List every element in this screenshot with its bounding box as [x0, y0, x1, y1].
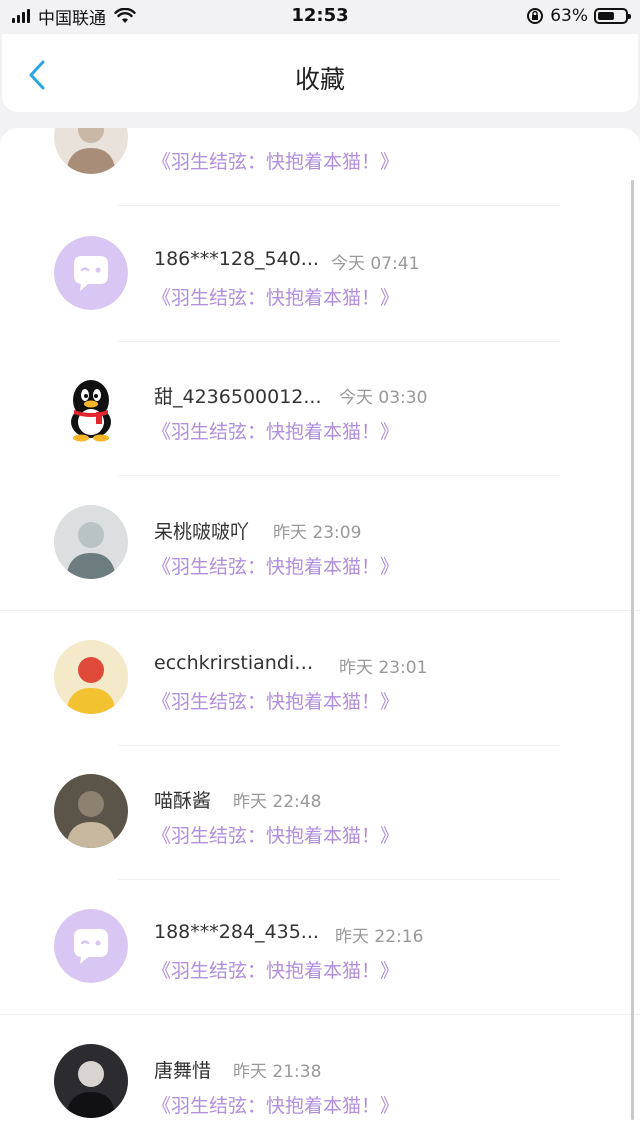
row-divider: [118, 205, 560, 206]
battery-icon: [594, 8, 631, 24]
list-item[interactable]: 《羽生结弦：快抱着本猫！》: [0, 128, 640, 206]
user-photo-avatar: [54, 505, 128, 579]
avatar[interactable]: [54, 640, 128, 714]
avatar[interactable]: [54, 909, 128, 983]
page-title: 收藏: [294, 65, 345, 94]
row-divider: [0, 610, 640, 611]
favorites-list[interactable]: 《羽生结弦：快抱着本猫！》 186***128_540... 今天 07:41 《羽生…: [0, 128, 640, 1138]
row-divider: [118, 475, 560, 476]
timestamp: 昨天 22:48: [233, 792, 322, 812]
scrollbar[interactable]: [631, 180, 634, 1120]
list-item[interactable]: 喵酥酱 昨天 22:48 《羽生结弦：快抱着本猫！》: [0, 746, 640, 880]
battery-percent: 63%: [550, 6, 588, 26]
status-bar: 中国联通 12:53 63%: [0, 0, 640, 32]
list-item[interactable]: 186***128_540... 今天 07:41 《羽生结弦：快抱着本猫！》: [0, 208, 640, 342]
user-name: ecchkrirstiandioxr: [154, 652, 324, 674]
work-title-link[interactable]: 《羽生结弦：快抱着本猫！》: [152, 552, 399, 579]
timestamp: 今天 07:41: [331, 254, 420, 274]
work-title-link[interactable]: 《羽生结弦：快抱着本猫！》: [152, 283, 399, 310]
avatar[interactable]: [54, 128, 128, 174]
timestamp: 昨天 23:09: [273, 523, 362, 543]
row-divider: [118, 879, 560, 880]
avatar[interactable]: [54, 370, 128, 444]
user-name: 甜_4236500012...: [154, 386, 322, 408]
user-name: 188***284_435...: [154, 921, 319, 943]
rotation-lock-icon: [527, 8, 544, 24]
default-avatar-icon: [54, 236, 128, 310]
user-name: 呆桃啵啵吖: [154, 521, 250, 543]
row-divider: [0, 1014, 640, 1015]
user-name: 唐舞惜: [154, 1060, 212, 1082]
list-item[interactable]: 188***284_435... 昨天 22:16 《羽生结弦：快抱着本猫！》: [0, 881, 640, 1015]
status-right: 63%: [526, 5, 631, 27]
work-title-link[interactable]: 《羽生结弦：快抱着本猫！》: [152, 417, 399, 444]
user-photo-avatar: [54, 128, 128, 174]
timestamp: 昨天 21:38: [233, 1062, 322, 1082]
list-item[interactable]: 甜_4236500012... 今天 03:30 《羽生结弦：快抱着本猫！》: [0, 342, 640, 476]
default-avatar-icon: [54, 909, 128, 983]
avatar[interactable]: [54, 236, 128, 310]
work-title-link[interactable]: 《羽生结弦：快抱着本猫！》: [152, 821, 399, 848]
timestamp: 昨天 22:16: [335, 927, 424, 947]
timestamp: 昨天 23:01: [339, 658, 428, 678]
battery-fill: [598, 12, 614, 20]
penguin-avatar-icon: [54, 370, 128, 444]
user-photo-avatar: [54, 1044, 128, 1118]
user-photo-avatar: [54, 640, 128, 714]
avatar[interactable]: [54, 774, 128, 848]
user-photo-avatar: [54, 774, 128, 848]
list-item[interactable]: 呆桃啵啵吖 昨天 23:09 《羽生结弦：快抱着本猫！》: [0, 477, 640, 611]
work-title-link[interactable]: 《羽生结弦：快抱着本猫！》: [152, 956, 399, 983]
timestamp: 今天 03:30: [339, 388, 428, 408]
work-title-link[interactable]: 《羽生结弦：快抱着本猫！》: [152, 147, 399, 174]
user-name: 186***128_540...: [154, 248, 319, 270]
avatar[interactable]: [54, 505, 128, 579]
work-title-link[interactable]: 《羽生结弦：快抱着本猫！》: [152, 687, 399, 714]
list-item[interactable]: ecchkrirstiandioxr 昨天 23:01 《羽生结弦：快抱着本猫！》: [0, 612, 640, 746]
user-name: 喵酥酱: [154, 790, 212, 812]
nav-bar: 收藏: [2, 34, 638, 112]
avatar[interactable]: [54, 1044, 128, 1118]
work-title-link[interactable]: 《羽生结弦：快抱着本猫！》: [152, 1091, 399, 1118]
list-item[interactable]: 唐舞惜 昨天 21:38 《羽生结弦：快抱着本猫！》: [0, 1016, 640, 1138]
